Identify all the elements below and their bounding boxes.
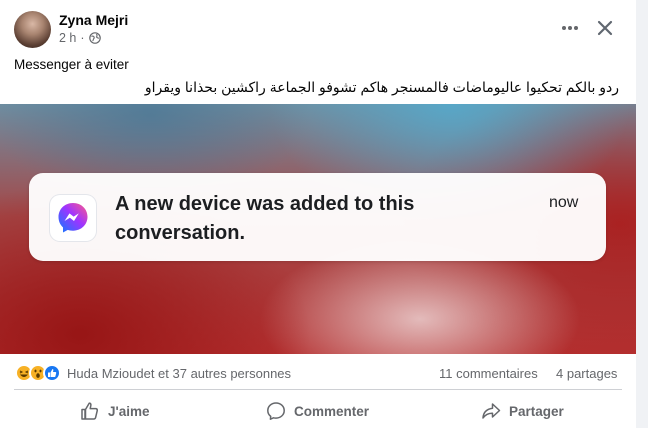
notification-banner: A new device was added to this conversat… bbox=[29, 173, 606, 261]
shares-count[interactable]: 4 partages bbox=[556, 366, 617, 381]
post-caption: Messenger à eviter bbox=[14, 57, 129, 72]
notification-time: now bbox=[549, 194, 579, 211]
post-stats: Huda Mzioudet et 37 autres personnes 11 … bbox=[0, 362, 636, 384]
page-background-strip bbox=[636, 0, 648, 428]
facebook-post: Zyna Mejri 2 h · Messenger à eviter ردو … bbox=[0, 0, 636, 428]
divider bbox=[14, 389, 622, 390]
like-label: J'aime bbox=[108, 403, 150, 419]
like-button[interactable]: J'aime bbox=[80, 398, 150, 424]
comment-label: Commenter bbox=[294, 403, 370, 419]
author-name[interactable]: Zyna Mejri bbox=[59, 12, 128, 28]
reaction-icons[interactable] bbox=[15, 364, 61, 382]
post-image[interactable]: A new device was added to this conversat… bbox=[0, 104, 636, 354]
globe-icon bbox=[88, 32, 101, 44]
comments-count[interactable]: 11 commentaires bbox=[439, 366, 538, 381]
post-actions: J'aime Commenter Partager bbox=[0, 392, 636, 428]
avatar[interactable] bbox=[14, 11, 51, 48]
more-options-button[interactable] bbox=[556, 16, 584, 40]
messenger-icon bbox=[50, 195, 96, 241]
post-caption-arabic: ردو بالكم تحكيوا عاليوماضات فالمسنجر هاك… bbox=[144, 79, 619, 95]
close-button[interactable] bbox=[592, 15, 618, 41]
thumbs-up-icon bbox=[81, 402, 99, 420]
post-time[interactable]: 2 h bbox=[59, 31, 76, 45]
share-button[interactable]: Partager bbox=[481, 398, 564, 424]
comment-button[interactable]: Commenter bbox=[266, 398, 369, 424]
more-horizontal-icon bbox=[562, 26, 578, 30]
reactors-summary[interactable]: Huda Mzioudet et 37 autres personnes bbox=[67, 366, 291, 381]
close-icon bbox=[597, 20, 613, 36]
post-meta: 2 h · bbox=[59, 31, 101, 45]
comment-bubble-icon bbox=[267, 402, 285, 420]
like-icon bbox=[43, 364, 61, 382]
share-label: Partager bbox=[509, 403, 564, 419]
share-arrow-icon bbox=[482, 403, 501, 419]
notification-text: A new device was added to this conversat… bbox=[115, 193, 415, 244]
